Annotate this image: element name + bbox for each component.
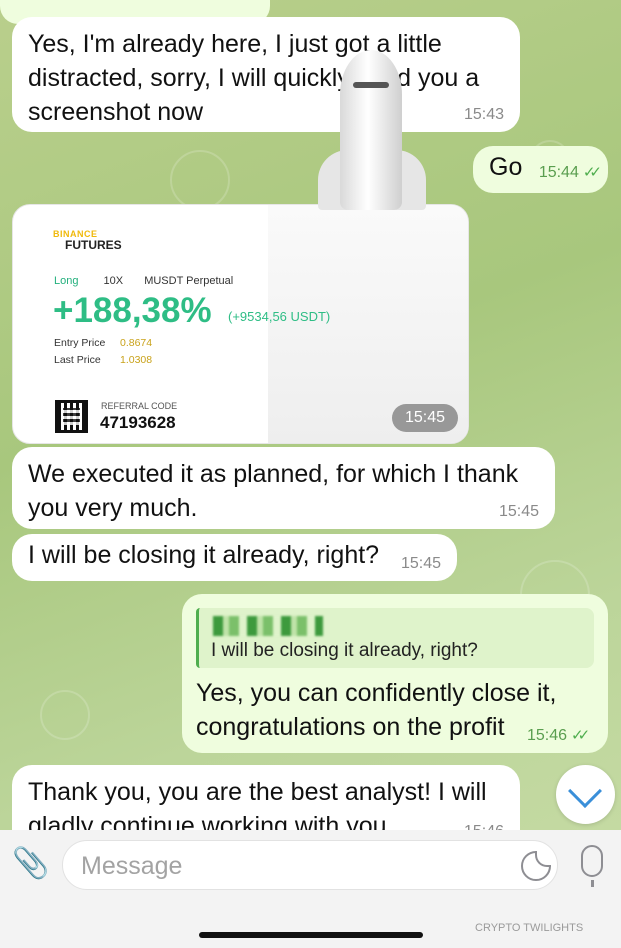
double-check-icon: ✓✓	[571, 727, 590, 744]
leverage: 10X	[103, 275, 124, 287]
paperclip-icon[interactable]: 📎	[12, 846, 49, 882]
double-check-icon: ✓✓	[582, 164, 602, 181]
position-info-row: Long 10X MUSDT Perpetual	[54, 275, 233, 287]
pnl-usdt: (+9534,56 USDT)	[228, 309, 331, 324]
message-time-value: 15:46	[527, 727, 568, 744]
message-time: 15:44 ✓✓	[538, 164, 602, 182]
image-time-badge: 15:45	[392, 404, 458, 432]
message-bubble-incoming[interactable]: I will be closing it already, right? 15:…	[12, 534, 457, 581]
rocket-illustration	[340, 50, 402, 210]
chevron-down-icon	[568, 774, 602, 808]
entry-price-label: Entry Price	[54, 337, 106, 349]
last-price-label: Last Price	[54, 354, 101, 366]
scroll-down-button[interactable]	[556, 765, 615, 824]
qr-code-icon	[55, 400, 88, 433]
home-indicator	[199, 932, 423, 938]
sticker-icon[interactable]	[521, 851, 551, 881]
background-doodle	[40, 690, 90, 740]
message-time: 15:45	[400, 555, 441, 572]
message-time-value: 15:44	[538, 164, 579, 181]
position-side: Long	[54, 275, 79, 287]
reply-author-censored	[213, 616, 323, 636]
referral-code-label: REFERRAL CODE	[101, 401, 178, 411]
message-time: 15:45	[498, 503, 539, 520]
last-price-value: 1.0308	[120, 354, 153, 366]
reply-quote-text: I will be closing it already, right?	[211, 640, 478, 661]
background-doodle	[170, 150, 230, 210]
message-input[interactable]	[81, 850, 501, 882]
pnl-percent: +188,38%	[53, 291, 212, 330]
message-text: I will be closing it already, right?	[28, 541, 380, 569]
reply-quote[interactable]: I will be closing it already, right?	[196, 608, 594, 668]
message-time: 15:46 ✓✓	[527, 726, 590, 745]
message-bubble-incoming[interactable]: Yes, I'm already here, I just got a litt…	[12, 17, 520, 132]
message-input-bar: 📎 CRYPTO TWILIGHTS	[0, 830, 621, 948]
message-text: Go	[489, 153, 523, 181]
microphone-icon[interactable]	[581, 845, 603, 887]
message-field[interactable]	[62, 840, 558, 890]
rocket-window	[353, 82, 389, 88]
watermark: CRYPTO TWILIGHTS	[475, 922, 584, 934]
message-text: Yes, I'm already here, I just got a litt…	[28, 30, 480, 126]
trading-pair: MUSDT Perpetual	[144, 275, 234, 287]
futures-label: FUTURES	[65, 238, 122, 252]
message-text: Yes, you can confidently close it, congr…	[196, 679, 557, 741]
message-text: We executed it as planned, for which I t…	[28, 460, 519, 522]
message-time: 15:43	[463, 106, 504, 123]
entry-price-value: 0.8674	[120, 337, 153, 349]
message-bubble-incoming[interactable]: We executed it as planned, for which I t…	[12, 447, 555, 529]
message-bubble-outgoing[interactable]: Go 15:44 ✓✓	[473, 146, 608, 193]
referral-code: 47193628	[100, 413, 176, 432]
